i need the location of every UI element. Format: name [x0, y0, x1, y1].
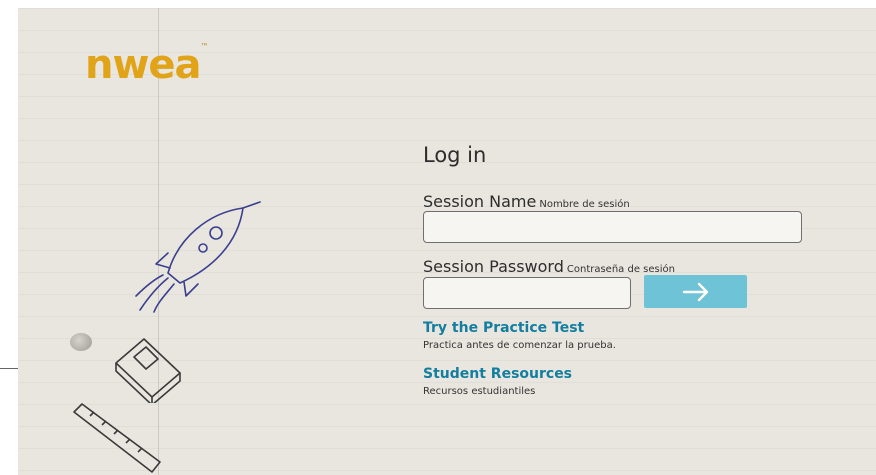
session-name-sublabel: Nombre de sesión — [539, 199, 630, 210]
camera-dot — [70, 333, 92, 351]
session-password-label-text: Session Password — [423, 257, 564, 276]
submit-button[interactable] — [644, 275, 747, 308]
session-password-sublabel: Contraseña de sesión — [566, 264, 675, 275]
nwea-logo: nwea™ — [85, 42, 209, 88]
session-name-label-text: Session Name — [423, 192, 537, 211]
rocket-doodle — [135, 201, 261, 313]
practice-test-description: Practica antes de comenzar la prueba. — [423, 340, 616, 351]
login-title: Log in — [423, 143, 487, 167]
session-password-input[interactable] — [423, 277, 631, 309]
login-screen: nwea™ Log in Session Name Nombre de sesi… — [18, 8, 876, 475]
book-doodle — [115, 338, 181, 403]
student-resources-description: Recursos estudiantiles — [423, 386, 536, 397]
practice-test-link[interactable]: Try the Practice Test — [423, 320, 584, 336]
session-password-label: Session Password Contraseña de sesión — [423, 257, 675, 276]
session-name-label: Session Name Nombre de sesión — [423, 192, 630, 211]
arrow-right-icon — [682, 282, 708, 301]
ruler-doodle — [73, 403, 161, 473]
session-name-input[interactable] — [423, 211, 802, 243]
student-resources-link[interactable]: Student Resources — [423, 366, 572, 382]
